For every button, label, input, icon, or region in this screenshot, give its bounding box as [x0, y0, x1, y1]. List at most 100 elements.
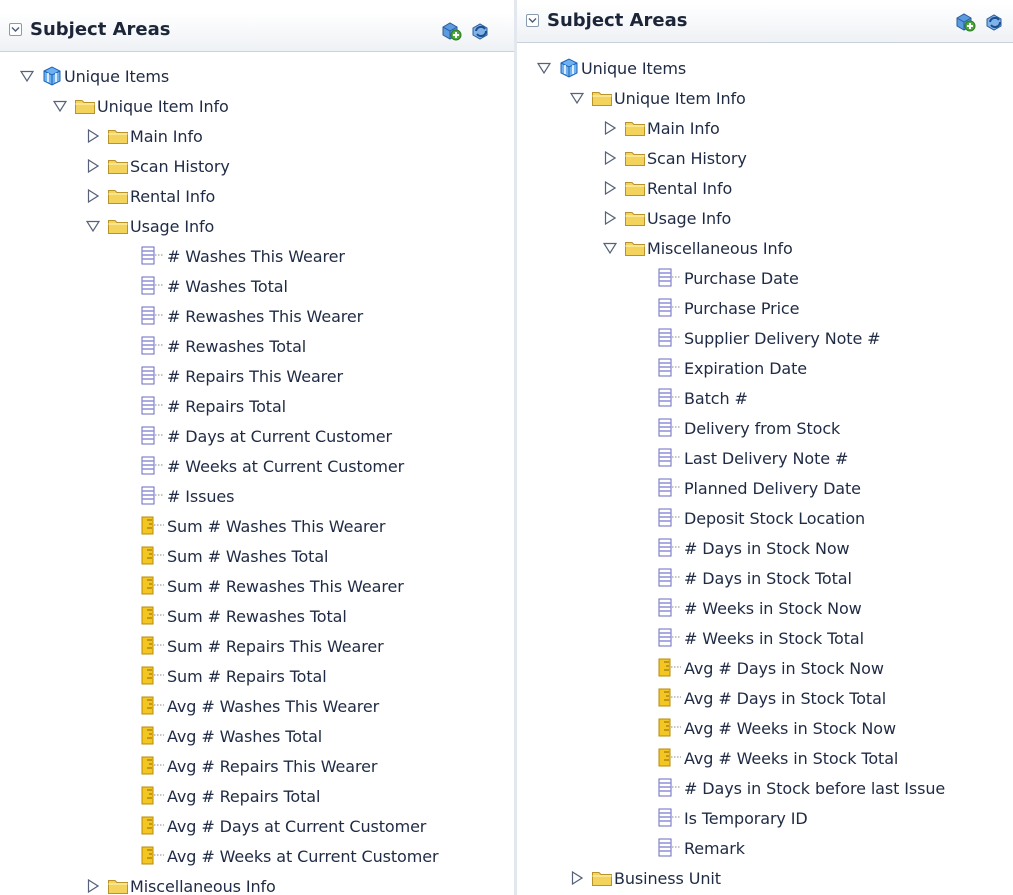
expand-triangle-icon[interactable]: [84, 121, 102, 151]
tree-node-label: Sum # Repairs This Wearer: [167, 636, 384, 656]
column-icon: [657, 507, 683, 529]
tree-node-label: # Repairs This Wearer: [167, 366, 344, 386]
tree-node-sum-num-washes-total[interactable]: Sum # Washes Total: [117, 541, 328, 571]
tree-node-num-rewashes-total[interactable]: # Rewashes Total: [117, 331, 306, 361]
collapse-panel-icon[interactable]: [526, 14, 539, 27]
refresh-icon[interactable]: [984, 11, 1006, 33]
tree-node-num-repairs-this-wearer[interactable]: # Repairs This Wearer: [117, 361, 343, 391]
tree-node-sum-num-repairs-total[interactable]: Sum # Repairs Total: [117, 661, 327, 691]
column-icon: [140, 455, 166, 477]
tree-node-miscellaneous-info[interactable]: Miscellaneous Info: [601, 233, 793, 263]
tree-node-label: Sum # Rewashes This Wearer: [167, 576, 404, 596]
add-subject-area-icon[interactable]: [954, 11, 976, 33]
tree-node-usage-info[interactable]: Usage Info: [84, 211, 214, 241]
tree-node-num-days-in-stock-before-last-issue[interactable]: # Days in Stock before last Issue: [634, 773, 945, 803]
tree-node-num-repairs-total[interactable]: # Repairs Total: [117, 391, 286, 421]
collapse-triangle-icon[interactable]: [535, 53, 553, 83]
collapse-triangle-icon[interactable]: [18, 61, 36, 91]
tree-node-purchase-date[interactable]: Purchase Date: [634, 263, 799, 293]
tree-node-expiration-date[interactable]: Expiration Date: [634, 353, 807, 383]
tree-node-avg-num-washes-total[interactable]: Avg # Washes Total: [117, 721, 322, 751]
expand-triangle-icon[interactable]: [601, 143, 619, 173]
expand-triangle-icon[interactable]: [601, 203, 619, 233]
column-icon: [140, 275, 166, 297]
folder-icon: [107, 185, 129, 207]
column-icon: [140, 365, 166, 387]
tree-node-num-washes-total[interactable]: # Washes Total: [117, 271, 288, 301]
add-subject-area-icon[interactable]: [440, 20, 462, 42]
tree-node-avg-num-days-at-current-customer[interactable]: Avg # Days at Current Customer: [117, 811, 426, 841]
tree-node-avg-num-repairs-total[interactable]: Avg # Repairs Total: [117, 781, 320, 811]
tree-node-main-info[interactable]: Main Info: [601, 113, 720, 143]
tree-node-unique-item-info[interactable]: Unique Item Info: [51, 91, 229, 121]
collapse-triangle-icon[interactable]: [84, 211, 102, 241]
tree-node-num-rewashes-this-wearer[interactable]: # Rewashes This Wearer: [117, 301, 363, 331]
tree-node-num-weeks-in-stock-total[interactable]: # Weeks in Stock Total: [634, 623, 864, 653]
tree-node-num-washes-this-wearer[interactable]: # Washes This Wearer: [117, 241, 345, 271]
tree-node-rental-info[interactable]: Rental Info: [601, 173, 732, 203]
tree-node-unique-items[interactable]: Unique Items: [535, 53, 686, 83]
tree-node-label: Avg # Days at Current Customer: [167, 816, 427, 836]
collapse-triangle-icon[interactable]: [51, 91, 69, 121]
tree-node-sum-num-rewashes-this-wearer[interactable]: Sum # Rewashes This Wearer: [117, 571, 404, 601]
tree-node-sum-num-repairs-this-wearer[interactable]: Sum # Repairs This Wearer: [117, 631, 384, 661]
tree-node-avg-num-days-in-stock-total[interactable]: Avg # Days in Stock Total: [634, 683, 886, 713]
collapse-panel-icon[interactable]: [9, 23, 22, 36]
tree-node-miscellaneous-info[interactable]: Miscellaneous Info: [84, 871, 276, 895]
tree-node-sum-num-washes-this-wearer[interactable]: Sum # Washes This Wearer: [117, 511, 385, 541]
tree-node-label: Unique Items: [581, 58, 687, 78]
tree-node-num-days-in-stock-now[interactable]: # Days in Stock Now: [634, 533, 850, 563]
tree-node-label: Business Unit: [614, 868, 721, 888]
collapse-triangle-icon[interactable]: [568, 83, 586, 113]
tree-node-main-info[interactable]: Main Info: [84, 121, 203, 151]
tree-node-remark[interactable]: Remark: [634, 833, 745, 863]
tree-node-scan-history[interactable]: Scan History: [84, 151, 230, 181]
tree-node-num-days-at-current-customer[interactable]: # Days at Current Customer: [117, 421, 392, 451]
tree-node-num-weeks-in-stock-now[interactable]: # Weeks in Stock Now: [634, 593, 862, 623]
column-icon: [657, 417, 683, 439]
tree-node-label: Avg # Days in Stock Now: [684, 658, 884, 678]
column-icon: [657, 447, 683, 469]
expand-triangle-icon[interactable]: [84, 871, 102, 895]
tree-node-num-weeks-at-current-customer[interactable]: # Weeks at Current Customer: [117, 451, 404, 481]
tree-node-avg-num-repairs-this-wearer[interactable]: Avg # Repairs This Wearer: [117, 751, 377, 781]
tree-node-rental-info[interactable]: Rental Info: [84, 181, 215, 211]
expand-triangle-icon[interactable]: [601, 173, 619, 203]
expand-triangle-icon[interactable]: [84, 151, 102, 181]
expand-triangle-icon[interactable]: [601, 113, 619, 143]
tree-node-sum-num-rewashes-total[interactable]: Sum # Rewashes Total: [117, 601, 347, 631]
tree-node-scan-history[interactable]: Scan History: [601, 143, 747, 173]
tree-node-avg-num-washes-this-wearer[interactable]: Avg # Washes This Wearer: [117, 691, 379, 721]
tree-node-planned-delivery-date[interactable]: Planned Delivery Date: [634, 473, 861, 503]
tree-node-avg-num-weeks-at-current-customer[interactable]: Avg # Weeks at Current Customer: [117, 841, 439, 871]
tree-node-unique-item-info[interactable]: Unique Item Info: [568, 83, 746, 113]
measure-icon: [140, 785, 166, 807]
expand-triangle-icon[interactable]: [568, 863, 586, 893]
tree-node-num-days-in-stock-total[interactable]: # Days in Stock Total: [634, 563, 852, 593]
tree-node-usage-info[interactable]: Usage Info: [601, 203, 731, 233]
tree-node-supplier-delivery-note-num[interactable]: Supplier Delivery Note #: [634, 323, 881, 353]
collapse-triangle-icon[interactable]: [601, 233, 619, 263]
tree-node-label: # Days in Stock Total: [684, 568, 852, 588]
tree-node-delivery-from-stock[interactable]: Delivery from Stock: [634, 413, 840, 443]
tree-node-avg-num-weeks-in-stock-now[interactable]: Avg # Weeks in Stock Now: [634, 713, 896, 743]
expand-triangle-icon[interactable]: [84, 181, 102, 211]
tree-node-num-issues[interactable]: # Issues: [117, 481, 235, 511]
tree-node-business-unit[interactable]: Business Unit: [568, 863, 721, 893]
tree-node-purchase-price[interactable]: Purchase Price: [634, 293, 799, 323]
refresh-icon[interactable]: [470, 20, 492, 42]
tree-node-batch-num[interactable]: Batch #: [634, 383, 748, 413]
tree-node-deposit-stock-location[interactable]: Deposit Stock Location: [634, 503, 865, 533]
tree-node-unique-items[interactable]: Unique Items: [18, 61, 169, 91]
tree-node-last-delivery-note-num[interactable]: Last Delivery Note #: [634, 443, 848, 473]
tree-node-avg-num-weeks-in-stock-total[interactable]: Avg # Weeks in Stock Total: [634, 743, 898, 773]
tree-node-is-temporary-id[interactable]: Is Temporary ID: [634, 803, 808, 833]
tree-node-avg-num-days-in-stock-now[interactable]: Avg # Days in Stock Now: [634, 653, 884, 683]
